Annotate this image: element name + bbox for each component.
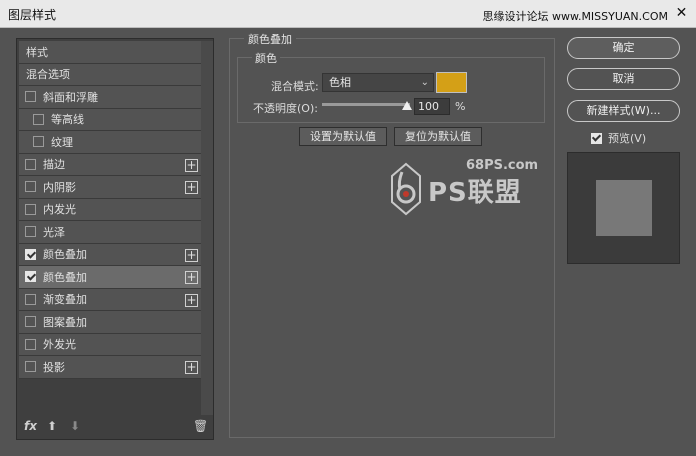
add-style-icon[interactable]: + bbox=[185, 158, 198, 172]
overlay-color-swatch[interactable] bbox=[436, 72, 467, 93]
style-item[interactable]: 描边 + bbox=[19, 153, 201, 176]
ok-button[interactable]: 确定 bbox=[567, 37, 680, 59]
style-item[interactable]: 斜面和浮雕 bbox=[19, 86, 201, 109]
preview-label: 预览(V) bbox=[608, 132, 647, 145]
add-style-icon[interactable]: + bbox=[185, 293, 198, 307]
style-item[interactable]: 内阴影 + bbox=[19, 176, 201, 199]
style-item[interactable]: 样式 bbox=[19, 41, 201, 64]
blend-mode-select[interactable]: 色相 ⌄ bbox=[322, 73, 434, 92]
style-item[interactable]: 内发光 bbox=[19, 198, 201, 221]
style-checkbox[interactable] bbox=[25, 293, 36, 305]
style-item[interactable]: 外发光 bbox=[19, 333, 201, 356]
styles-toolbar: fx ⬆ ⬇ 🗑 bbox=[17, 415, 213, 439]
blend-mode-label: 混合模式: bbox=[271, 80, 319, 93]
styles-scrollbar[interactable] bbox=[201, 41, 213, 415]
styles-panel: 样式 混合选项 斜面和浮雕 等高线 纹理 描边 + 内阴影 + 内发光 光泽 颜色叠加 + 颜色叠加 + 渐变… bbox=[16, 38, 214, 440]
style-checkbox[interactable] bbox=[33, 136, 44, 148]
opacity-unit: % bbox=[455, 100, 466, 113]
style-item[interactable]: 混合选项 bbox=[19, 63, 201, 86]
fx-icon[interactable]: fx bbox=[24, 419, 37, 433]
new-style-button[interactable]: 新建样式(W)... bbox=[567, 100, 680, 122]
preview-toggle[interactable]: 预览(V) bbox=[591, 130, 646, 146]
blend-mode-value: 色相 bbox=[329, 76, 351, 89]
ps-league-logo-icon bbox=[391, 162, 421, 216]
set-default-button[interactable]: 设置为默认值 bbox=[299, 127, 387, 146]
opacity-slider-track[interactable] bbox=[322, 103, 410, 106]
color-overlay-title: 颜色叠加 bbox=[244, 31, 296, 47]
cancel-button[interactable]: 取消 bbox=[567, 68, 680, 90]
style-item-label: 投影 bbox=[43, 360, 65, 374]
style-checkbox[interactable] bbox=[25, 203, 36, 215]
style-checkbox[interactable] bbox=[25, 181, 36, 193]
reset-default-button[interactable]: 复位为默认值 bbox=[394, 127, 482, 146]
style-item-label: 等高线 bbox=[51, 113, 84, 127]
title-bar: 图层样式 思缘设计论坛 www.MISSYUAN.COM ✕ bbox=[0, 0, 696, 28]
add-style-icon[interactable]: + bbox=[185, 361, 198, 374]
style-checkbox[interactable] bbox=[33, 113, 44, 125]
trash-icon[interactable]: 🗑 bbox=[193, 419, 208, 433]
style-item[interactable]: 光泽 bbox=[19, 221, 201, 244]
style-item-label: 内阴影 bbox=[43, 180, 76, 194]
style-item-label: 渐变叠加 bbox=[43, 293, 87, 307]
style-item[interactable]: 颜色叠加 + bbox=[19, 243, 201, 266]
style-item-label: 外发光 bbox=[43, 338, 76, 352]
preview-checkbox[interactable] bbox=[591, 132, 602, 144]
opacity-slider-thumb[interactable] bbox=[402, 101, 412, 110]
style-item-label: 图案叠加 bbox=[43, 315, 87, 329]
style-item-label: 内发光 bbox=[43, 203, 76, 217]
add-style-icon[interactable]: + bbox=[185, 271, 198, 284]
style-item-label: 斜面和浮雕 bbox=[43, 90, 98, 104]
style-checkbox[interactable] bbox=[25, 91, 36, 103]
style-checkbox[interactable] bbox=[25, 158, 36, 170]
style-checkbox[interactable] bbox=[25, 316, 36, 328]
styles-list: 样式 混合选项 斜面和浮雕 等高线 纹理 描边 + 内阴影 + 内发光 光泽 颜色叠加 + 颜色叠加 + 渐变… bbox=[19, 41, 201, 379]
style-item[interactable]: 渐变叠加 + bbox=[19, 288, 201, 311]
move-down-icon[interactable]: ⬇ bbox=[70, 419, 80, 433]
move-up-icon[interactable]: ⬆ bbox=[47, 419, 57, 433]
style-item[interactable]: 纹理 bbox=[19, 131, 201, 154]
color-subgroup-title: 颜色 bbox=[252, 50, 280, 66]
style-item-label: 纹理 bbox=[51, 135, 73, 149]
style-preview bbox=[567, 152, 680, 264]
style-item[interactable]: 等高线 bbox=[19, 108, 201, 131]
style-item[interactable]: 投影 + bbox=[19, 356, 201, 379]
style-checkbox[interactable] bbox=[25, 248, 36, 260]
style-checkbox[interactable] bbox=[25, 271, 36, 283]
close-icon[interactable]: ✕ bbox=[673, 5, 690, 22]
logo-site-text: 68PS.com bbox=[466, 158, 539, 173]
style-item[interactable]: 颜色叠加 + bbox=[19, 266, 201, 289]
style-preview-swatch bbox=[596, 180, 652, 236]
chevron-down-icon: ⌄ bbox=[420, 77, 429, 88]
style-item-label: 光泽 bbox=[43, 225, 65, 239]
site-watermark: 思缘设计论坛 www.MISSYUAN.COM bbox=[482, 10, 668, 23]
add-style-icon[interactable]: + bbox=[185, 181, 198, 194]
style-item-label: 样式 bbox=[26, 45, 48, 59]
style-checkbox[interactable] bbox=[25, 226, 36, 238]
style-item[interactable]: 图案叠加 bbox=[19, 311, 201, 334]
opacity-label: 不透明度(O): bbox=[253, 102, 318, 115]
style-checkbox[interactable] bbox=[25, 338, 36, 350]
style-item-label: 混合选项 bbox=[26, 68, 70, 82]
style-item-label: 描边 bbox=[43, 158, 65, 172]
logo-brand-text: PS联盟 bbox=[428, 178, 522, 208]
style-item-label: 颜色叠加 bbox=[43, 248, 87, 262]
window-title: 图层样式 bbox=[8, 8, 57, 22]
style-item-label: 颜色叠加 bbox=[43, 270, 87, 284]
opacity-input[interactable]: 100 bbox=[414, 98, 450, 115]
style-checkbox[interactable] bbox=[25, 361, 36, 373]
add-style-icon[interactable]: + bbox=[185, 248, 198, 262]
